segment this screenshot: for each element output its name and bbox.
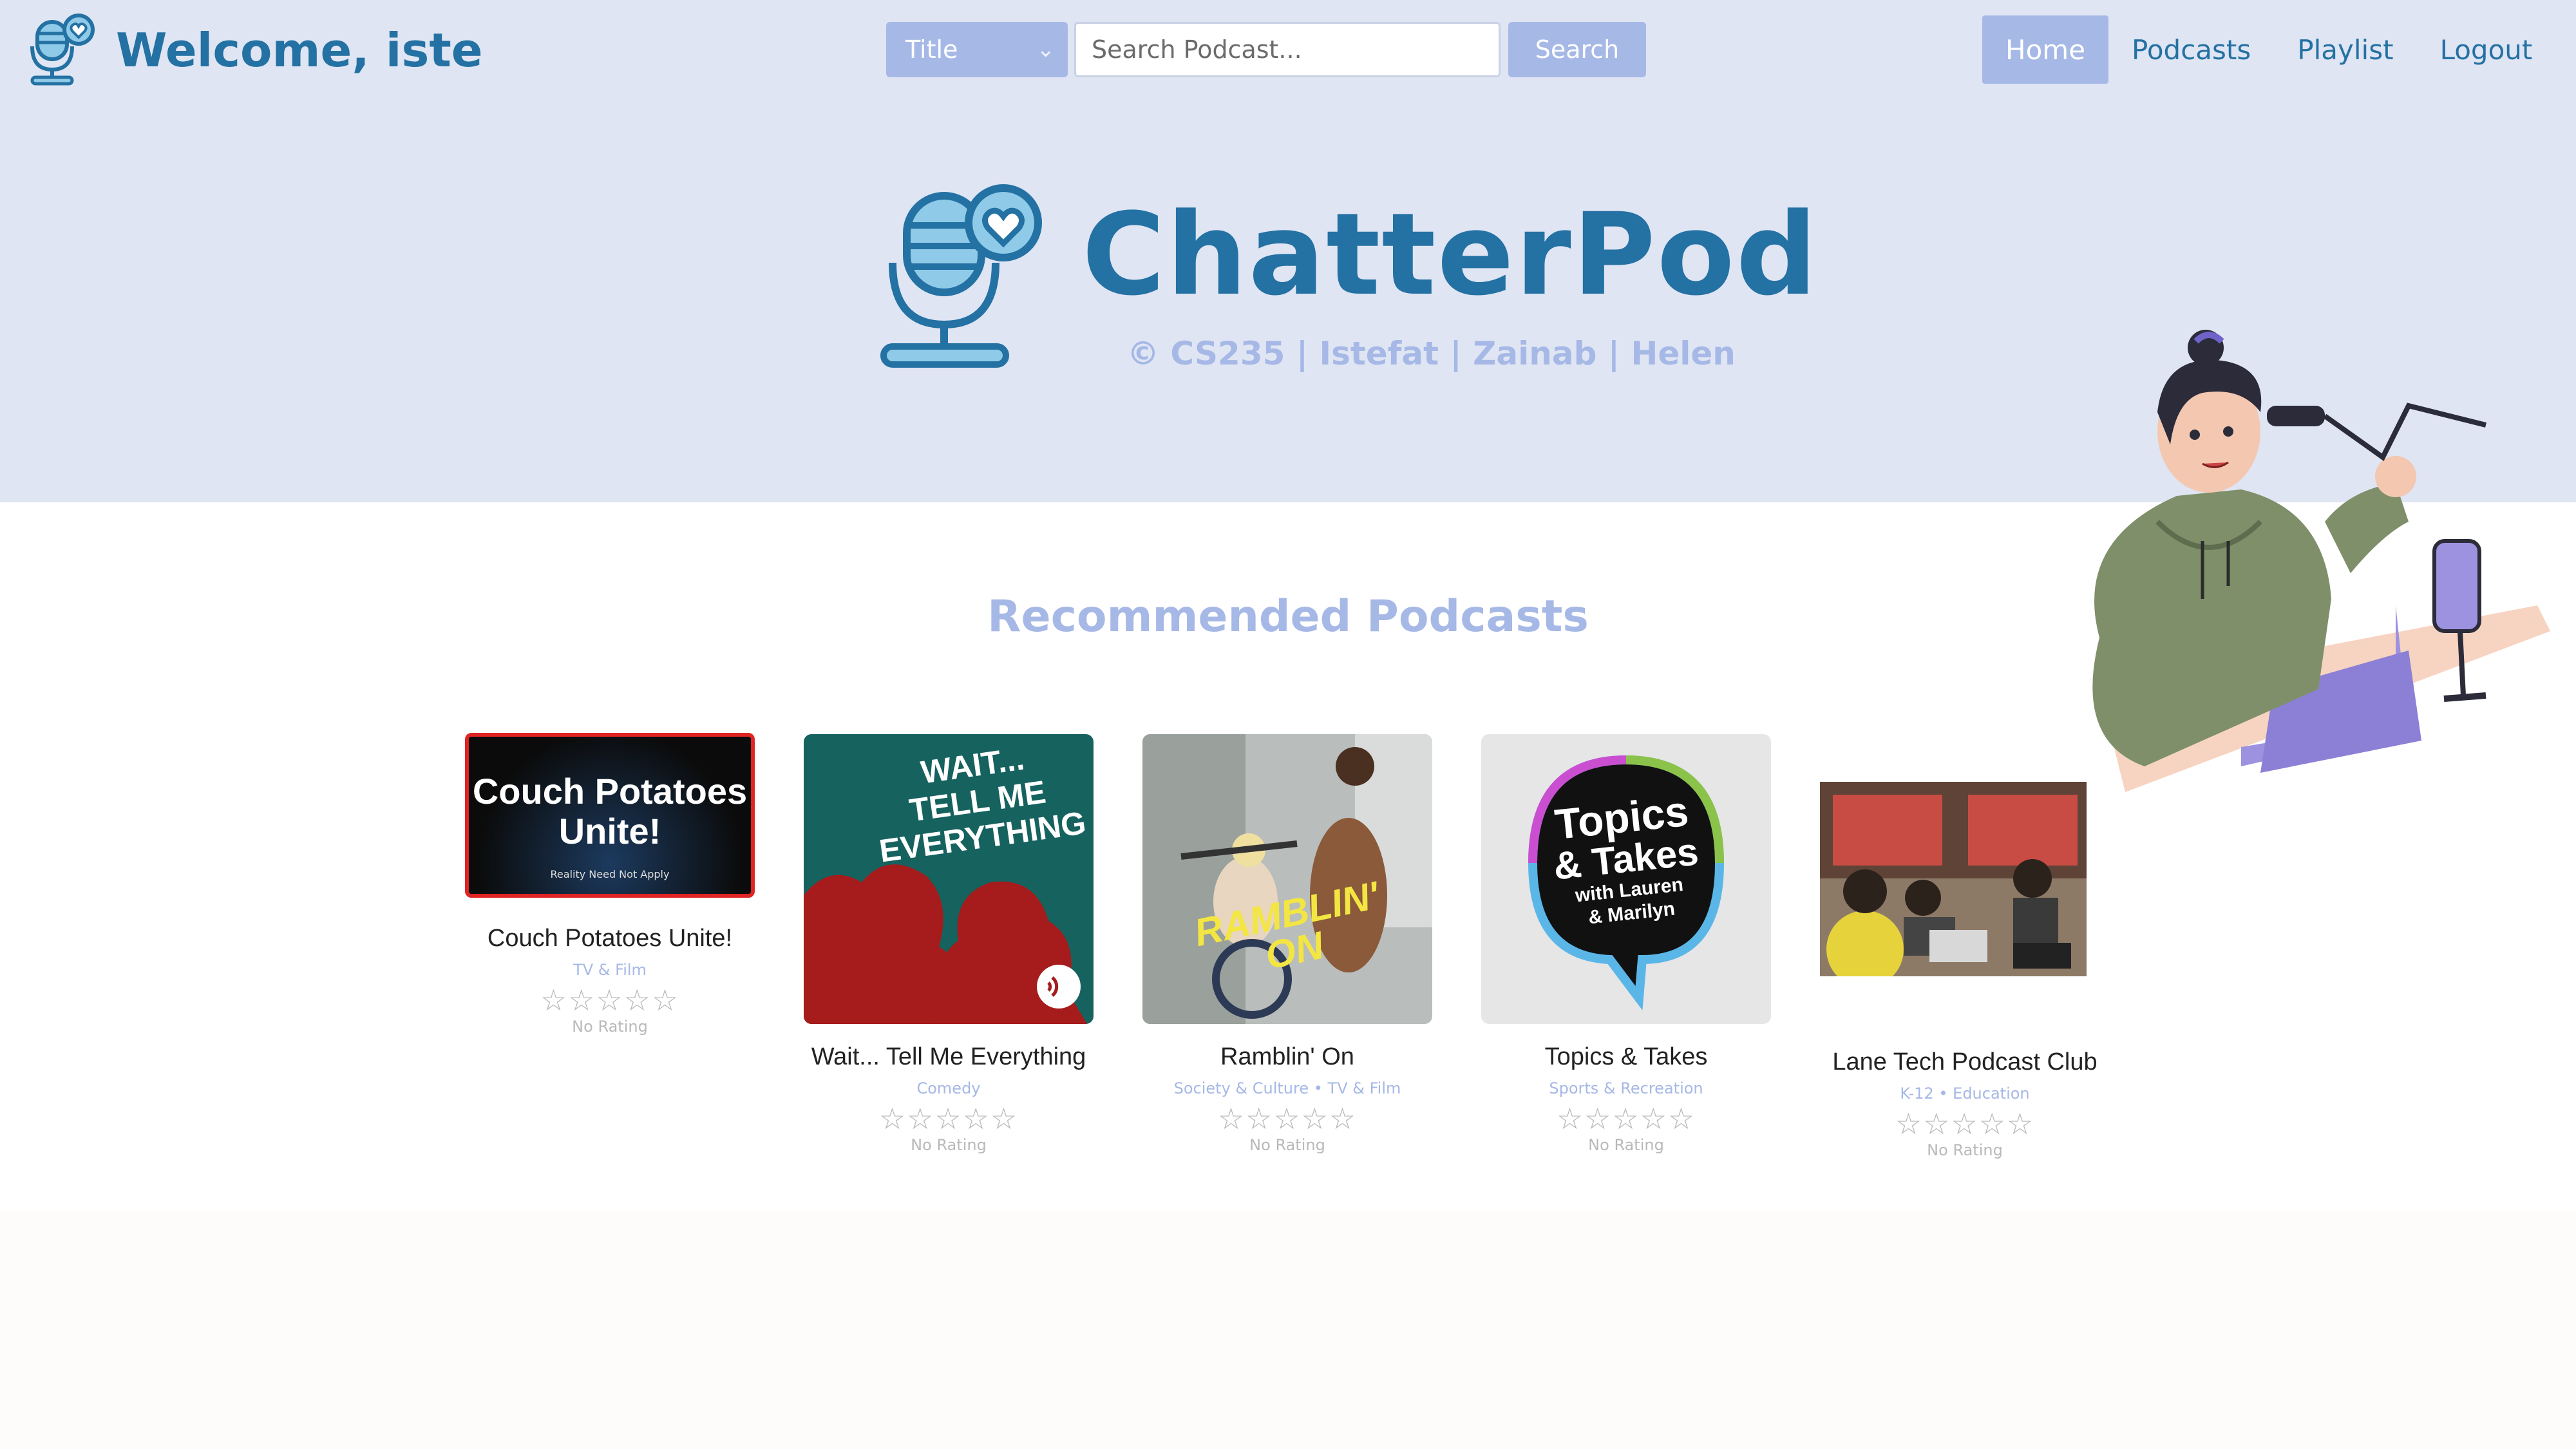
cover-tagline: Reality Need Not Apply	[550, 868, 670, 880]
podcast-category: Society & Culture • TV & Film	[1173, 1079, 1401, 1097]
search-button[interactable]: Search	[1508, 22, 1646, 77]
star-rating[interactable]: ☆☆☆☆☆	[1481, 1103, 1771, 1135]
podcast-cover[interactable]: Couch Potatoes Unite! Reality Need Not A…	[465, 733, 755, 898]
hero-subtitle: © CS235 | Istefat | Zainab | Helen	[1127, 335, 1736, 372]
search-bar: Title ⌄ Search	[886, 22, 1646, 77]
podcast-card[interactable]: WAIT... TELL ME EVERYTHING Wait... Tell …	[804, 734, 1094, 1154]
microphone-heart-icon	[30, 14, 95, 86]
star-rating[interactable]: ☆☆☆☆☆	[465, 984, 755, 1016]
podcast-card[interactable]: Couch Potatoes Unite! Reality Need Not A…	[465, 733, 755, 1036]
podcast-cover[interactable]: Topics & Takes with Lauren & Marilyn	[1481, 734, 1771, 1024]
podcast-category: Sports & Recreation	[1549, 1079, 1703, 1097]
cover-text: Couch Potatoes Unite!	[469, 772, 751, 851]
star-rating[interactable]: ☆☆☆☆☆	[1142, 1103, 1432, 1135]
section-title: Recommended Podcasts	[987, 591, 1589, 642]
star-rating[interactable]: ☆☆☆☆☆	[804, 1103, 1094, 1135]
podcast-cover[interactable]: WAIT... TELL ME EVERYTHING	[804, 734, 1094, 1024]
podcast-card[interactable]: RAMBLIN' ON Ramblin' On Society & Cultur…	[1142, 734, 1432, 1154]
podcast-card[interactable]: Topics & Takes with Lauren & Marilyn Top…	[1481, 734, 1771, 1154]
brand: Welcome, iste	[28, 13, 483, 87]
rating-text: No Rating	[572, 1018, 648, 1036]
main-nav: Home Podcasts Playlist Logout	[1982, 15, 2555, 84]
rating-text: No Rating	[1588, 1136, 1664, 1154]
podcast-category: Comedy	[916, 1079, 981, 1097]
podcast-card[interactable]: Lane Tech Podcast Club K-12 • Education …	[1820, 782, 2098, 1159]
hero-title: ChatterPod	[1082, 189, 1819, 321]
cover-text: Topics & Takes with Lauren & Marilyn	[1539, 787, 1713, 933]
chevron-down-icon: ⌄	[1036, 37, 1056, 62]
rating-text: No Rating	[911, 1136, 987, 1154]
podcast-title[interactable]: Wait... Tell Me Everything	[804, 1043, 1094, 1070]
podcaster-illustration	[2092, 330, 2550, 792]
cover-line: Unite!	[558, 811, 661, 851]
podcast-title[interactable]: Lane Tech Podcast Club	[1820, 1048, 2110, 1075]
nav-home[interactable]: Home	[1982, 15, 2109, 84]
cover-photo	[1820, 782, 2087, 976]
podcast-title[interactable]: Couch Potatoes Unite!	[465, 925, 755, 952]
nav-podcasts[interactable]: Podcasts	[2108, 15, 2274, 84]
podcast-category: K-12 • Education	[1900, 1084, 2030, 1103]
search-filter-select[interactable]: Title ⌄	[886, 22, 1068, 77]
podcast-cover[interactable]	[1820, 782, 2087, 976]
rating-text: No Rating	[1249, 1136, 1325, 1154]
star-rating[interactable]: ☆☆☆☆☆	[1820, 1108, 2110, 1140]
search-input[interactable]	[1074, 22, 1501, 77]
podcast-title[interactable]: Topics & Takes	[1481, 1043, 1771, 1070]
hero-logo-icon	[880, 184, 1042, 368]
search-filter-value: Title	[905, 35, 958, 64]
welcome-text: Welcome, iste	[116, 23, 483, 77]
rating-text: No Rating	[1927, 1141, 2003, 1159]
podcast-category: TV & Film	[573, 961, 647, 979]
cover-line: Couch Potatoes	[472, 771, 748, 811]
nav-playlist[interactable]: Playlist	[2274, 15, 2416, 84]
podcast-title[interactable]: Ramblin' On	[1142, 1043, 1432, 1070]
nav-logout[interactable]: Logout	[2417, 15, 2556, 84]
podcast-cover[interactable]: RAMBLIN' ON	[1142, 734, 1432, 1024]
